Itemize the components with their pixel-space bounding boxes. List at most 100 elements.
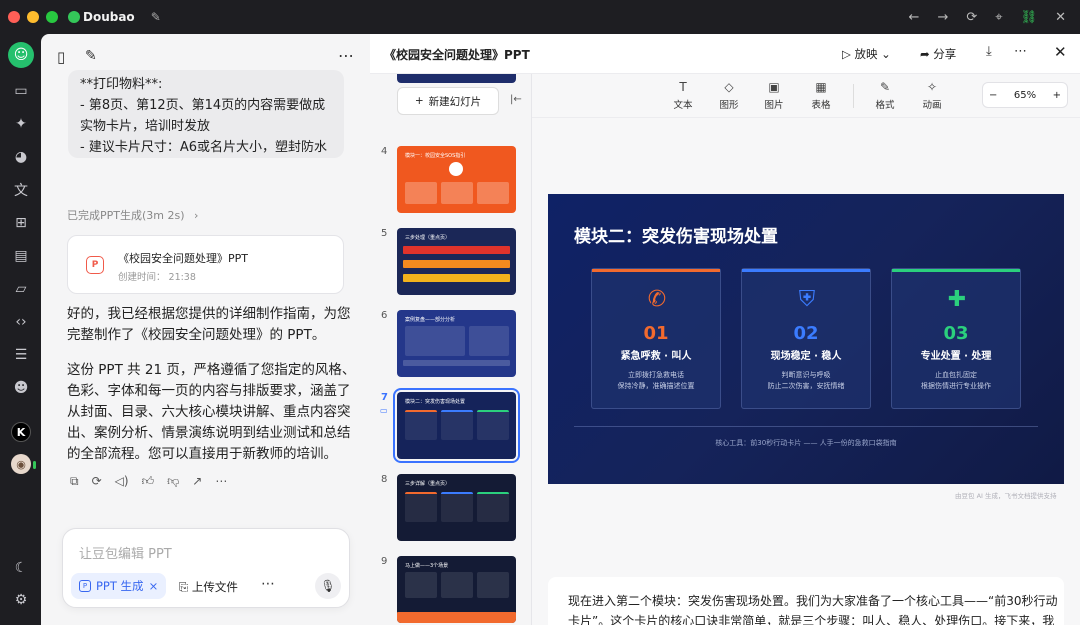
- step-card-3[interactable]: ✚ 03 专业处置 · 处理 止血包扎固定 根据伤情进行专业操作: [891, 268, 1021, 409]
- link-icon[interactable]: ⛓: [1021, 10, 1038, 25]
- ppt-mode-chip[interactable]: P PPT 生成 ×: [71, 573, 167, 599]
- zoom-in-button[interactable]: +: [1053, 90, 1061, 101]
- card-accent-bar: [592, 269, 720, 272]
- thumbs-up-icon[interactable]: 👍︎: [142, 474, 155, 489]
- chat-icon[interactable]: ▭: [10, 80, 32, 102]
- tool-label: 图形: [719, 100, 739, 111]
- share-button[interactable]: ➦ 分享: [920, 46, 956, 62]
- new-slide-label: 新建幻灯片: [428, 95, 482, 108]
- k-app-icon[interactable]: K: [11, 422, 31, 442]
- copy-icon[interactable]: ⧉: [70, 474, 79, 489]
- zoom-level: 65%: [1013, 89, 1037, 101]
- chip-close-icon[interactable]: ×: [149, 579, 159, 593]
- palette-icon[interactable]: ◕: [10, 146, 32, 168]
- ppt-file-card[interactable]: P 《校园安全问题处理》PPT 创建时间： 21:38: [67, 235, 344, 294]
- slide-thumbnail-4[interactable]: 模块一：校园安全SOS指引: [397, 146, 516, 213]
- slide-thumbnail-7-selected[interactable]: 模块二：突发伤害现场处置: [393, 388, 520, 463]
- download-icon[interactable]: ⤓: [986, 44, 992, 59]
- refresh-icon[interactable]: ⟳: [966, 10, 977, 25]
- edit-icon[interactable]: ✎: [151, 10, 161, 24]
- editor-more-icon[interactable]: ⋯: [1014, 44, 1027, 59]
- zoom-window-button[interactable]: [46, 11, 58, 23]
- sparkle-icon[interactable]: ✦: [10, 113, 32, 135]
- input-more-icon[interactable]: ⋯: [261, 576, 275, 592]
- zoom-out-button[interactable]: −: [989, 90, 997, 101]
- apps-icon[interactable]: ⊞: [10, 212, 32, 234]
- comment-icon[interactable]: ▭: [380, 406, 388, 415]
- slide-thumbnail-6[interactable]: 案例复盘——部分分析: [397, 310, 516, 377]
- step-desc: 判断意识与呼吸: [781, 371, 831, 379]
- slide-thumbnail-3[interactable]: [397, 74, 516, 83]
- generation-status[interactable]: 已完成PPT生成(3m 2s) ›: [67, 207, 198, 223]
- speaker-icon[interactable]: ◁): [115, 474, 129, 489]
- slide-number: 4: [381, 146, 388, 157]
- message-input-box[interactable]: 让豆包编辑 PPT P PPT 生成 × ⎘ 上传文件 ⋯ 🎙︎: [62, 528, 350, 608]
- slide-title[interactable]: 模块二：突发伤害现场处置: [574, 222, 778, 247]
- close-window-button[interactable]: [8, 11, 20, 23]
- thumbnail-title: 三步详解（重点页）: [405, 481, 451, 487]
- thumbnail-title: 马上做——3个场景: [405, 563, 449, 569]
- new-slide-button[interactable]: + 新建幻灯片: [397, 87, 499, 115]
- zoom-control: − 65% +: [982, 82, 1068, 108]
- regenerate-icon[interactable]: ⟳: [92, 474, 102, 489]
- close-editor-icon[interactable]: ✕: [1054, 43, 1067, 61]
- thumb-card: [405, 410, 437, 440]
- thumbs-down-icon[interactable]: 👎︎: [167, 474, 179, 489]
- folder-icon[interactable]: ▱: [10, 278, 32, 300]
- message-input[interactable]: 让豆包编辑 PPT: [79, 543, 172, 562]
- table-tool[interactable]: ▦ 表格: [801, 80, 841, 111]
- bot-icon[interactable]: ☻: [10, 377, 32, 399]
- pin-icon[interactable]: ⌖: [995, 10, 1002, 25]
- present-button[interactable]: ▷ 放映 ⌄: [842, 46, 891, 62]
- step-label: 紧急呼救 · 叫人: [620, 351, 692, 362]
- collapse-panel-icon[interactable]: |←: [510, 94, 522, 105]
- more-actions-icon[interactable]: ⋯: [215, 474, 227, 489]
- ppt-chip-icon: P: [79, 580, 91, 592]
- image-icon: ▣: [768, 80, 780, 94]
- profile-avatar[interactable]: ☺: [8, 42, 34, 68]
- slide-canvas[interactable]: 模块二：突发伤害现场处置 ✆ 01 紧急呼救 · 叫人 立即拨打急救电话 保持冷…: [548, 194, 1064, 484]
- share-icon[interactable]: ↗: [192, 474, 202, 489]
- thumb-card: [477, 182, 509, 204]
- dark-mode-icon[interactable]: ☾: [10, 557, 32, 579]
- shape-tool[interactable]: ◇ 图形: [709, 80, 749, 111]
- slide-divider: [574, 426, 1038, 427]
- step-card-1[interactable]: ✆ 01 紧急呼救 · 叫人 立即拨打急救电话 保持冷静，准确描述位置: [591, 268, 721, 409]
- settings-gear-icon[interactable]: ⚙: [10, 589, 32, 611]
- slide-thumbnail-5[interactable]: 三步处理（重点页）: [397, 228, 516, 295]
- step-number: 03: [943, 323, 969, 344]
- thumbnail-title: 模块二：突发伤害现场处置: [405, 399, 466, 405]
- document-icon[interactable]: ▤: [10, 245, 32, 267]
- tool-label: 文本: [673, 100, 693, 111]
- slide-thumbnail-9[interactable]: 马上做——3个场景: [397, 556, 516, 623]
- paragraph-line: 的全部流程。您可以直接用于新教师的培训。: [67, 446, 337, 462]
- animation-tool[interactable]: ✧ 动画: [912, 80, 952, 111]
- format-tool[interactable]: ✎ 格式: [865, 80, 905, 111]
- minimize-window-button[interactable]: [27, 11, 39, 23]
- upload-file-button[interactable]: ⎘ 上传文件: [179, 579, 238, 595]
- notes-line: 现在进入第二个模块：突发伤害现场处置。我们为大家准备了一个核心工具——“前30秒…: [568, 594, 1058, 608]
- left-rail: ☺ ▭ ✦ ◕ 文 ⊞ ▤ ▱ ‹› ☰ ☻ K ◉ ☾ ⚙: [0, 34, 41, 625]
- forward-icon[interactable]: →: [937, 10, 948, 25]
- speaker-notes[interactable]: 现在进入第二个模块：突发伤害现场处置。我们为大家准备了一个核心工具——“前30秒…: [548, 577, 1064, 625]
- slide-footer-text[interactable]: 核心工具：前30秒行动卡片 —— 人手一份的急救口袋指南: [548, 438, 1064, 448]
- translate-icon[interactable]: 文: [10, 179, 32, 201]
- sidebar-toggle-icon[interactable]: ▯: [57, 48, 65, 66]
- paragraph-line: 出、案例分析、情景演练说明到结业测试和总结: [67, 425, 351, 441]
- close-tab-icon[interactable]: ✕: [1055, 10, 1066, 25]
- slide-thumbnail-8[interactable]: 三步详解（重点页）: [397, 474, 516, 541]
- editor-header: 《校园安全问题处理》PPT ▷ 放映 ⌄ ➦ 分享 ⤓ ⋯ ✕: [370, 34, 1080, 74]
- more-icon[interactable]: ⋯: [338, 46, 354, 65]
- user-avatar-icon[interactable]: ◉: [11, 454, 31, 474]
- notes-icon[interactable]: ☰: [10, 344, 32, 366]
- microphone-icon[interactable]: 🎙︎: [315, 573, 341, 599]
- step-card-2[interactable]: ⛨ 02 现场稳定 · 稳人 判断意识与呼吸 防止二次伤害，安抚情绪: [741, 268, 871, 409]
- slide-thumbnail-panel[interactable]: + 新建幻灯片 |← 4 模块一：校园安全SOS指引 5 三步处理（重点页） 6…: [370, 74, 532, 625]
- back-icon[interactable]: ←: [909, 10, 920, 25]
- text-tool[interactable]: T 文本: [663, 80, 703, 111]
- thumb-bar: [403, 246, 510, 254]
- image-tool[interactable]: ▣ 图片: [754, 80, 794, 111]
- code-icon[interactable]: ‹›: [10, 311, 32, 333]
- new-chat-icon[interactable]: ✎: [85, 48, 97, 64]
- slide-number: 8: [381, 474, 388, 485]
